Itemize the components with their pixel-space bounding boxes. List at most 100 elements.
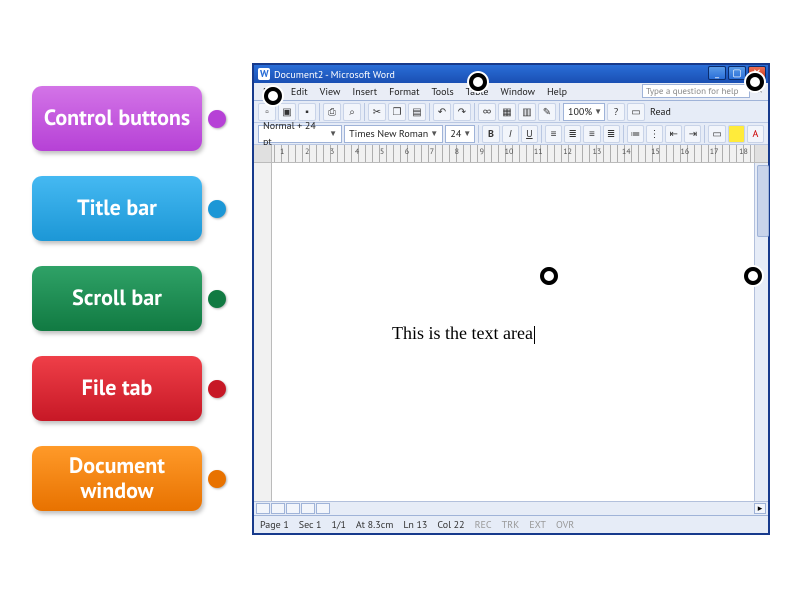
vertical-scrollbar[interactable] xyxy=(754,163,768,501)
status-bar: Page 1 Sec 1 1/1 At 8.3cm Ln 13 Col 22 R… xyxy=(254,515,768,533)
drop-target-1[interactable] xyxy=(264,87,282,105)
title-bar: Document2 - Microsoft Word _ ▢ ✕ xyxy=(254,65,768,83)
drawing-icon[interactable]: ✎ xyxy=(538,103,556,121)
borders-icon[interactable]: ▭ xyxy=(708,125,725,143)
label-file-tab[interactable]: File tab xyxy=(32,356,202,421)
status-trk: TRK xyxy=(502,518,520,531)
font-color-icon[interactable]: A xyxy=(747,125,764,143)
drop-target-4[interactable] xyxy=(540,267,558,285)
connector-dot xyxy=(208,200,226,218)
status-ext: EXT xyxy=(529,518,546,531)
menu-bar: File Edit View Insert Format Tools Table… xyxy=(254,83,768,101)
separator xyxy=(623,125,624,143)
separator xyxy=(478,125,479,143)
align-center-icon[interactable]: ≣ xyxy=(564,125,581,143)
connector-dot xyxy=(208,110,226,128)
word-window: Document2 - Microsoft Word _ ▢ ✕ File Ed… xyxy=(252,63,770,535)
formatting-toolbar: Normal + 24 pt▼ Times New Roman▼ 24▼ B I… xyxy=(254,123,768,145)
hyperlink-icon[interactable]: ∞ xyxy=(478,103,496,121)
justify-icon[interactable]: ≣ xyxy=(603,125,620,143)
label-text: File tab xyxy=(82,376,153,400)
help-search-input[interactable]: Type a question for help xyxy=(642,84,750,98)
align-right-icon[interactable]: ≡ xyxy=(583,125,600,143)
vertical-ruler[interactable] xyxy=(254,163,272,515)
style-select[interactable]: Normal + 24 pt▼ xyxy=(258,125,342,143)
preview-icon[interactable]: ⌕ xyxy=(343,103,361,121)
horizontal-ruler[interactable]: 12 34 56 78 910 1112 1314 1516 1718 xyxy=(254,145,768,163)
label-title-bar[interactable]: Title bar xyxy=(32,176,202,241)
bold-button[interactable]: B xyxy=(482,125,499,143)
connector-dot xyxy=(208,290,226,308)
text-cursor-icon xyxy=(534,326,535,344)
label-control-buttons[interactable]: Control buttons xyxy=(32,86,202,151)
paste-icon[interactable]: ▤ xyxy=(408,103,426,121)
separator xyxy=(559,103,560,121)
decrease-indent-icon[interactable]: ⇤ xyxy=(665,125,682,143)
print-view-icon[interactable] xyxy=(286,503,300,514)
drop-target-2[interactable] xyxy=(469,73,487,91)
font-select[interactable]: Times New Roman▼ xyxy=(344,125,443,143)
numbering-icon[interactable]: ≔ xyxy=(627,125,644,143)
read-mode-icon[interactable]: ▭ xyxy=(627,103,645,121)
status-section: Sec 1 xyxy=(299,518,322,531)
columns-icon[interactable]: ▥ xyxy=(518,103,536,121)
zoom-select[interactable]: 100%▼ xyxy=(563,103,605,121)
horizontal-scrollbar[interactable]: ▸ xyxy=(254,501,768,515)
separator xyxy=(429,103,430,121)
status-ovr: OVR xyxy=(556,518,574,531)
outline-view-icon[interactable] xyxy=(301,503,315,514)
status-page: Page 1 xyxy=(260,518,289,531)
help-icon[interactable]: ? xyxy=(607,103,625,121)
drop-target-3[interactable] xyxy=(746,73,764,91)
tables-icon[interactable]: ▦ xyxy=(498,103,516,121)
label-text: Scroll bar xyxy=(72,286,162,310)
menu-format[interactable]: Format xyxy=(384,84,424,99)
menu-edit[interactable]: Edit xyxy=(286,84,313,99)
document-text: This is the text area xyxy=(392,323,535,344)
undo-icon[interactable]: ↶ xyxy=(433,103,451,121)
document-window: This is the text area ▸ xyxy=(254,163,768,515)
menu-view[interactable]: View xyxy=(315,84,346,99)
connector-dot xyxy=(208,470,226,488)
separator xyxy=(364,103,365,121)
label-text: Control buttons xyxy=(44,106,190,130)
highlight-icon[interactable] xyxy=(728,125,745,143)
align-left-icon[interactable]: ≡ xyxy=(545,125,562,143)
read-label[interactable]: Read xyxy=(647,105,671,118)
label-scroll-bar[interactable]: Scroll bar xyxy=(32,266,202,331)
separator xyxy=(541,125,542,143)
font-size-select[interactable]: 24▼ xyxy=(445,125,475,143)
menu-insert[interactable]: Insert xyxy=(347,84,382,99)
increase-indent-icon[interactable]: ⇥ xyxy=(684,125,701,143)
bullets-icon[interactable]: ⋮ xyxy=(646,125,663,143)
label-document-window[interactable]: Document window xyxy=(32,446,202,511)
menu-window[interactable]: Window xyxy=(496,84,540,99)
minimize-button[interactable]: _ xyxy=(708,66,726,80)
word-icon xyxy=(258,68,270,80)
separator xyxy=(704,125,705,143)
menu-help[interactable]: Help xyxy=(542,84,572,99)
status-line: Ln 13 xyxy=(403,518,427,531)
cut-icon[interactable]: ✂ xyxy=(368,103,386,121)
window-title: Document2 - Microsoft Word xyxy=(274,68,395,81)
scroll-right-icon[interactable]: ▸ xyxy=(754,503,766,514)
web-view-icon[interactable] xyxy=(271,503,285,514)
menu-tools[interactable]: Tools xyxy=(427,84,459,99)
status-at: At 8.3cm xyxy=(356,518,393,531)
maximize-button[interactable]: ▢ xyxy=(728,66,746,80)
status-pages: 1/1 xyxy=(331,518,345,531)
label-text: Document window xyxy=(32,454,202,502)
document-page[interactable]: This is the text area xyxy=(272,163,754,501)
reading-view-icon[interactable] xyxy=(316,503,330,514)
connector-dot xyxy=(208,380,226,398)
drop-target-5[interactable] xyxy=(744,267,762,285)
status-column: Col 22 xyxy=(437,518,464,531)
view-buttons xyxy=(256,503,330,514)
normal-view-icon[interactable] xyxy=(256,503,270,514)
underline-button[interactable]: U xyxy=(521,125,538,143)
label-text: Title bar xyxy=(77,196,157,220)
italic-button[interactable]: I xyxy=(502,125,519,143)
redo-icon[interactable]: ↷ xyxy=(453,103,471,121)
ruler-gutter xyxy=(754,145,768,162)
copy-icon[interactable]: ❐ xyxy=(388,103,406,121)
